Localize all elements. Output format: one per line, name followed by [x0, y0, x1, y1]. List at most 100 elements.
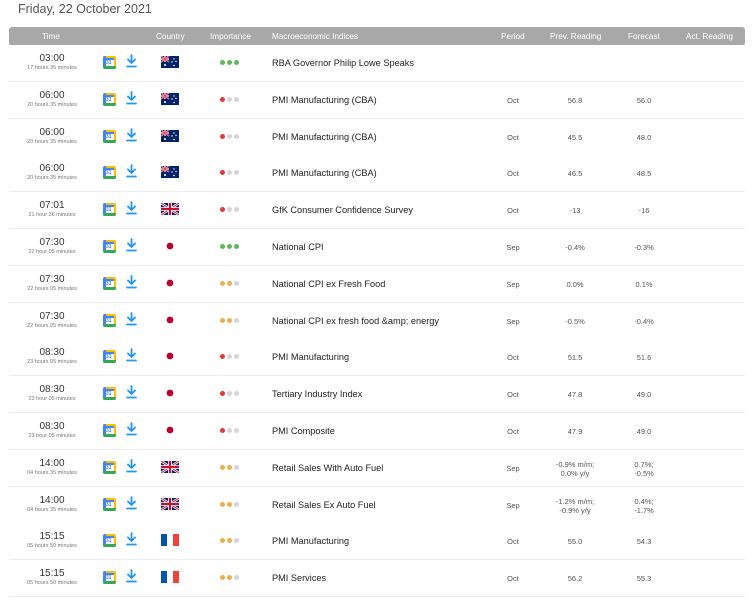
- event-period: Oct: [507, 169, 519, 179]
- importance-indicator: [220, 280, 244, 287]
- google-calendar-icon[interactable]: 31: [103, 571, 116, 585]
- event-countdown: 05 hours 50 minutes: [27, 543, 77, 550]
- prev-reading: 47.8: [567, 390, 583, 400]
- flag-japan-icon: [161, 387, 179, 400]
- indicator-name: PMI Composite: [272, 426, 335, 436]
- download-icon[interactable]: [126, 495, 137, 510]
- google-calendar-icon[interactable]: 31: [103, 313, 116, 327]
- importance-dot: [234, 133, 239, 139]
- prev-reading: -0.5%: [565, 316, 585, 326]
- google-calendar-icon[interactable]: 31: [103, 497, 116, 511]
- download-icon[interactable]: [126, 164, 137, 178]
- indicator-name: National CPI ex fresh food &amp; energy: [272, 315, 439, 326]
- importance-dot: [234, 60, 239, 65]
- forecast-reading: 56.0: [636, 95, 652, 105]
- flag-uk-icon: [161, 203, 179, 216]
- google-calendar-icon[interactable]: 31: [103, 92, 116, 106]
- google-calendar-icon[interactable]: 31: [103, 387, 116, 401]
- event-period: Oct: [507, 574, 519, 584]
- importance-dot: [220, 464, 225, 470]
- download-icon[interactable]: [126, 348, 137, 362]
- importance-indicator: [220, 501, 244, 508]
- indicator-name: GfK Consumer Confidence Survey: [272, 205, 413, 216]
- importance-indicator: [220, 317, 244, 324]
- download-icon[interactable]: [126, 422, 137, 436]
- event-period: Oct: [507, 353, 519, 363]
- forecast-reading: 51.6: [636, 353, 652, 363]
- importance-dot: [234, 428, 239, 433]
- download-icon[interactable]: [126, 311, 137, 326]
- google-calendar-icon[interactable]: 31: [103, 56, 116, 69]
- importance-dot: [220, 170, 225, 176]
- importance-dot: [220, 317, 225, 323]
- table-row: 14:00 04 hours 35 minutes 31 Retail Sale…: [9, 486, 745, 524]
- download-icon[interactable]: [126, 90, 137, 105]
- table-row: 07:01 21 hour 36 minutes 31 GfK Consumer…: [9, 192, 745, 230]
- indicator-name: Retail Sales Ex Auto Fuel: [272, 499, 376, 510]
- download-icon[interactable]: [126, 127, 137, 142]
- forecast-reading: 49.0: [636, 390, 652, 400]
- download-icon[interactable]: [126, 385, 137, 399]
- google-calendar-icon[interactable]: 31: [103, 166, 116, 180]
- google-calendar-icon[interactable]: 31: [103, 460, 116, 474]
- flag-australia-icon: [161, 166, 179, 179]
- forecast-reading: 0.4%; -1.7%: [634, 496, 654, 515]
- importance-dot: [234, 244, 239, 249]
- importance-dot: [220, 96, 225, 102]
- table-row: 14:00 04 hours 35 minutes 31 Retail Sale…: [9, 449, 745, 487]
- event-time: 06:00: [39, 163, 65, 175]
- forecast-reading: -16: [638, 206, 650, 216]
- importance-dot: [220, 60, 225, 65]
- importance-indicator: [220, 60, 244, 66]
- indicator-name: PMI Manufacturing (CBA): [272, 94, 377, 105]
- event-time: 08:30: [39, 384, 65, 396]
- column-period: Period: [501, 32, 525, 41]
- google-calendar-icon[interactable]: 31: [103, 534, 116, 548]
- download-icon[interactable]: [126, 274, 137, 289]
- event-countdown: 20 hours 35 minutes: [27, 175, 77, 182]
- event-countdown: 20 hours 35 minutes: [27, 101, 77, 108]
- prev-reading: 47.9: [567, 427, 583, 436]
- google-calendar-icon[interactable]: 31: [103, 276, 116, 290]
- forecast-reading: -0.3%: [634, 243, 654, 252]
- table-row: 08:30 23 hour 05 minutes 31 PMI Composit…: [9, 413, 745, 450]
- flag-uk-icon: [161, 497, 179, 510]
- table-row: 06:00 20 hours 35 minutes 31 PMI Manufac…: [9, 81, 745, 119]
- google-calendar-icon[interactable]: 31: [103, 129, 116, 143]
- event-time: 15:15: [39, 568, 65, 580]
- prev-reading: 56.8: [567, 95, 583, 105]
- google-calendar-icon[interactable]: 31: [103, 240, 116, 253]
- event-countdown: 22 hours 05 minutes: [27, 285, 77, 292]
- download-icon[interactable]: [126, 458, 137, 473]
- column-forecast: Forecast: [628, 32, 660, 41]
- importance-dot: [220, 244, 225, 249]
- download-icon[interactable]: [126, 532, 137, 546]
- importance-dot: [220, 538, 225, 544]
- importance-dot: [227, 464, 232, 470]
- download-icon[interactable]: [126, 201, 137, 215]
- prev-reading: -0.9% m/m; 0.0% y/y: [555, 459, 595, 478]
- prev-reading: 0.0%: [566, 279, 584, 289]
- download-icon[interactable]: [126, 569, 137, 583]
- importance-indicator: [220, 133, 244, 140]
- importance-dot: [227, 428, 232, 433]
- google-calendar-icon[interactable]: 31: [103, 203, 116, 217]
- download-icon[interactable]: [126, 238, 137, 252]
- indicator-name: PMI Services: [272, 573, 327, 584]
- indicator-name: PMI Manufacturing: [272, 536, 350, 547]
- event-period: Sep: [506, 243, 520, 252]
- importance-dot: [227, 244, 232, 249]
- google-calendar-icon[interactable]: 31: [103, 424, 116, 437]
- google-calendar-icon[interactable]: 31: [103, 350, 116, 364]
- flag-japan-icon: [161, 424, 179, 436]
- table-row: 15:15 05 hours 50 minutes 31 PMI Manufac…: [9, 523, 745, 561]
- forecast-reading: 48.0: [636, 132, 652, 142]
- event-time: 07:30: [39, 310, 65, 322]
- importance-dot: [227, 391, 232, 397]
- event-countdown: 04 hours 35 minutes: [27, 506, 77, 513]
- importance-dot: [227, 575, 232, 581]
- download-icon[interactable]: [126, 54, 137, 68]
- flag-japan-icon: [161, 276, 179, 289]
- importance-dot: [220, 391, 225, 397]
- flag-australia-icon: [161, 129, 179, 142]
